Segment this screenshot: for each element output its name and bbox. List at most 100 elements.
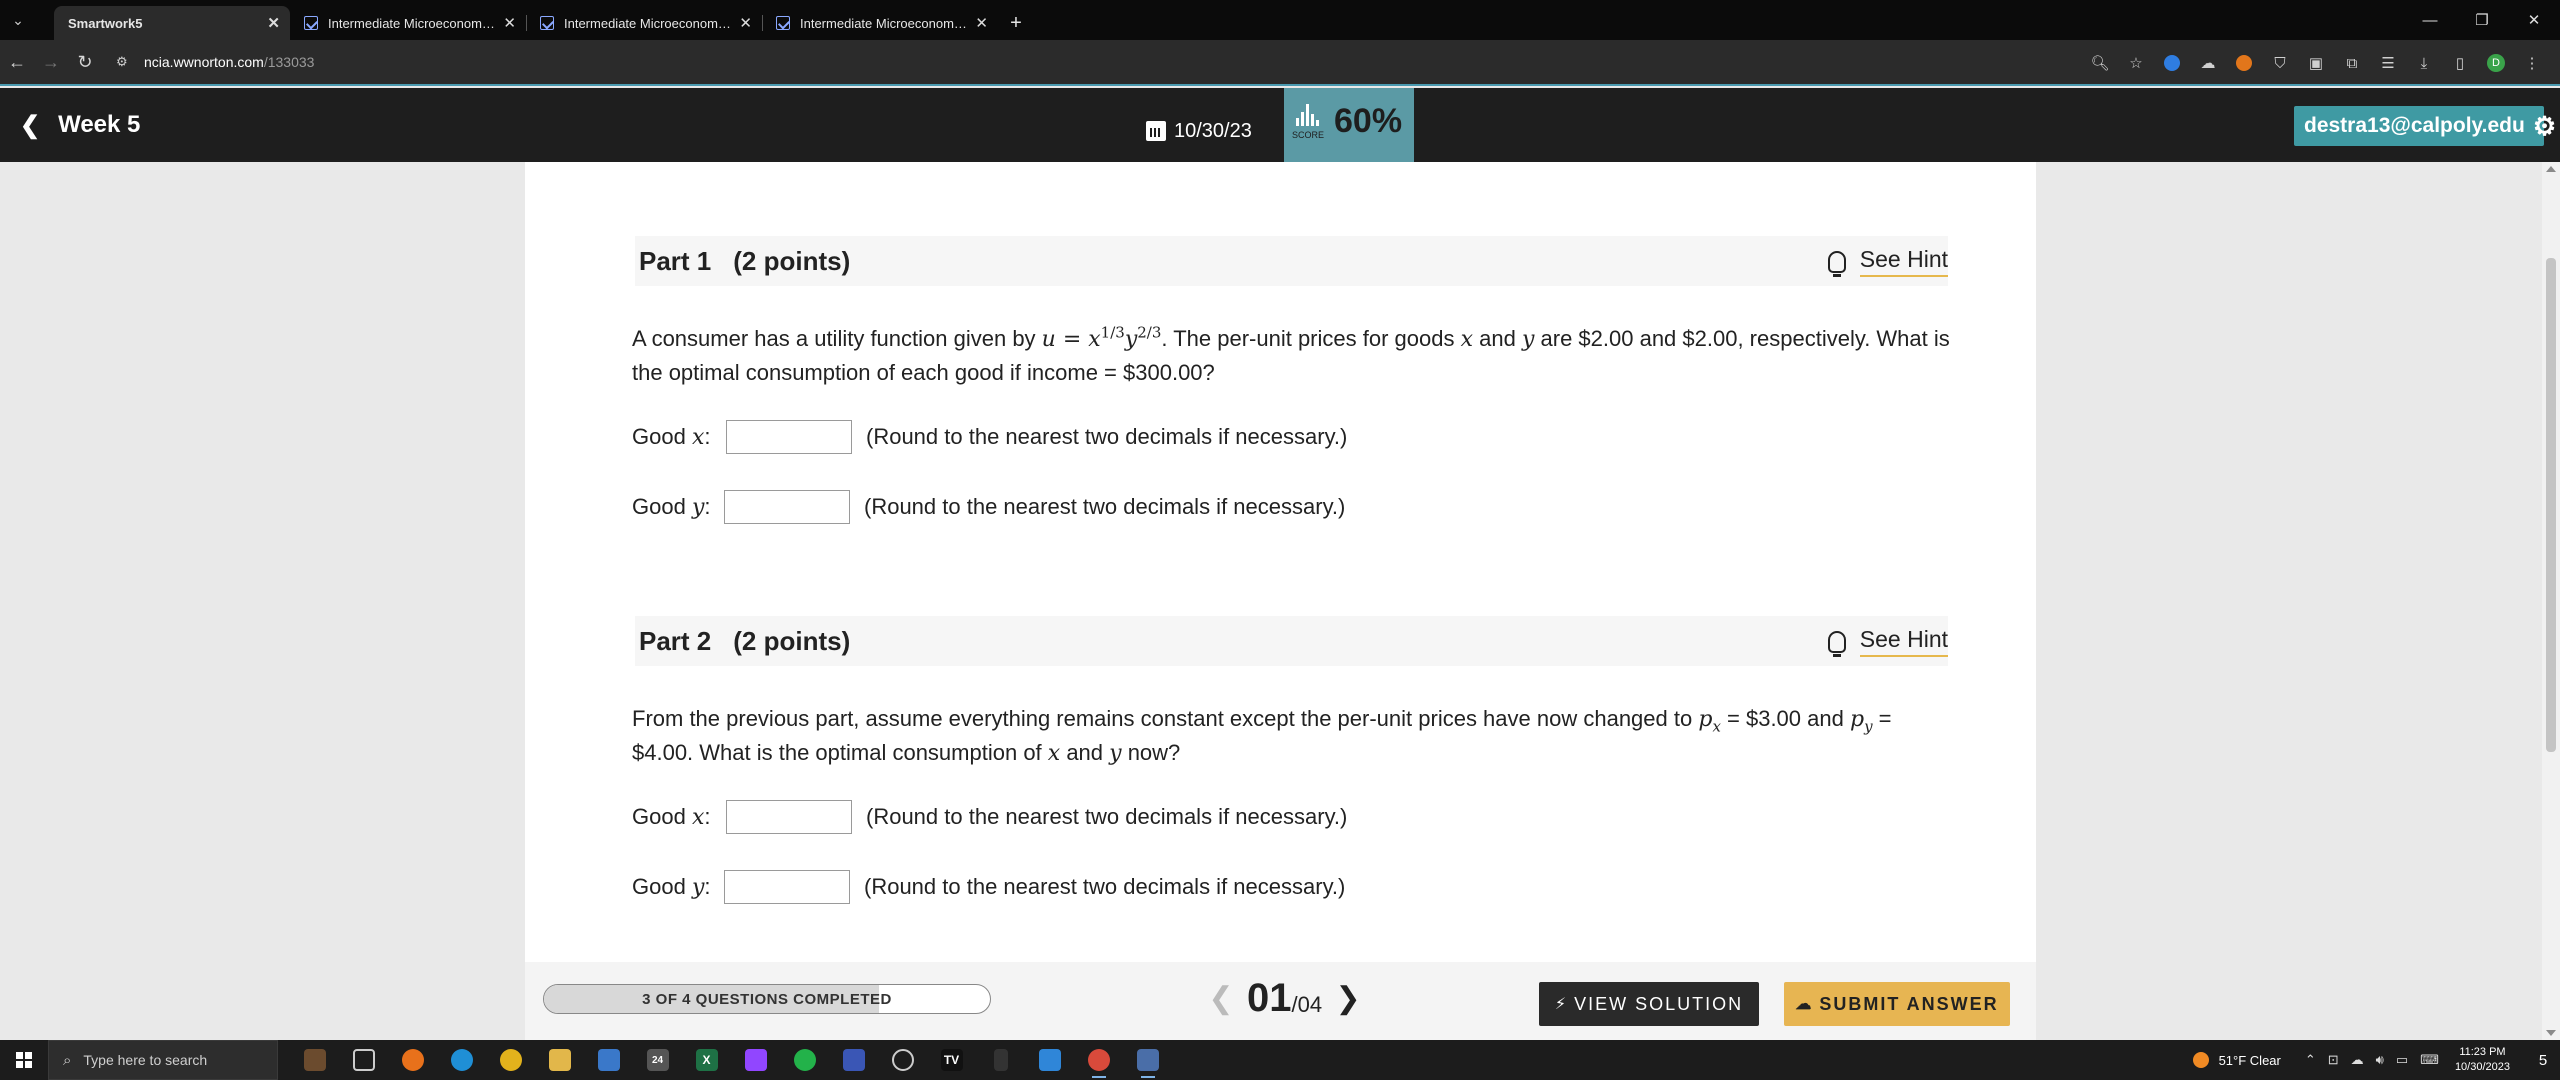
good-x-input[interactable] bbox=[726, 420, 852, 454]
task-view-icon[interactable] bbox=[339, 1040, 388, 1080]
robinhood-icon[interactable] bbox=[780, 1040, 829, 1080]
onedrive-icon[interactable]: ☁ bbox=[2351, 1052, 2364, 1068]
reload-icon[interactable]: ↻ bbox=[68, 52, 102, 73]
notification-icon[interactable]: 5 bbox=[2526, 1052, 2560, 1069]
extension-box-icon[interactable]: ▣ bbox=[2298, 54, 2334, 72]
good-word: Good bbox=[632, 424, 692, 449]
twitch-icon[interactable] bbox=[731, 1040, 780, 1080]
good-x-input[interactable] bbox=[726, 800, 852, 834]
extension-blue-icon[interactable] bbox=[2154, 55, 2190, 71]
gear-icon[interactable]: ⚙ bbox=[2533, 111, 2556, 142]
scrollbar-thumb[interactable] bbox=[2546, 258, 2556, 752]
new-tab-plus-icon[interactable]: + bbox=[998, 6, 1034, 40]
part-points: (2 points) bbox=[733, 245, 851, 276]
good-y-input[interactable] bbox=[724, 490, 850, 524]
scroll-up-arrow-icon[interactable] bbox=[2546, 166, 2556, 172]
part-2-question: From the previous part, assume everythin… bbox=[632, 702, 1952, 770]
browser-tab-smartwork5[interactable]: Smartwork5 ✕ bbox=[54, 6, 290, 40]
search-highlight-icon[interactable] bbox=[290, 1040, 339, 1080]
rounding-note: (Round to the nearest two decimals if ne… bbox=[864, 874, 1346, 899]
score-box[interactable]: SCORE 60% bbox=[1284, 88, 1414, 162]
tradingview-icon[interactable]: TV bbox=[927, 1040, 976, 1080]
weather-widget[interactable]: 51°F Clear bbox=[2192, 1052, 2281, 1068]
scroll-down-arrow-icon[interactable] bbox=[2546, 1030, 2556, 1036]
page-scrollbar[interactable] bbox=[2542, 162, 2560, 1040]
question-pager: ❮ 01 /04 ❯ bbox=[1205, 976, 1364, 1021]
calendar-app-icon[interactable]: 24 bbox=[633, 1040, 682, 1080]
microsoft-store-icon[interactable] bbox=[584, 1040, 633, 1080]
cloud-upload-icon: ☁ bbox=[1795, 996, 1812, 1013]
phone-app-icon[interactable] bbox=[976, 1040, 1025, 1080]
firefox-icon[interactable] bbox=[388, 1040, 437, 1080]
network-icon[interactable]: ⊡ bbox=[2328, 1052, 2339, 1068]
question-text: . The per-unit prices for goods bbox=[1161, 326, 1461, 351]
shield-icon[interactable]: ⛉ bbox=[2262, 55, 2298, 72]
close-tab-icon[interactable]: ✕ bbox=[975, 14, 988, 32]
var-y: y bbox=[1521, 327, 1535, 352]
close-tab-icon[interactable]: ✕ bbox=[267, 14, 280, 32]
rounding-note: (Round to the nearest two decimals if ne… bbox=[866, 424, 1348, 449]
lightbulb-icon bbox=[1827, 250, 1846, 277]
question-text: and bbox=[1060, 740, 1110, 765]
answer-row-good-y: Good y: (Round to the nearest two decima… bbox=[632, 490, 1345, 524]
calculator-icon[interactable] bbox=[1123, 1040, 1172, 1080]
next-question-chevron-icon[interactable]: ❯ bbox=[1332, 981, 1364, 1016]
chevron-left-icon: ❮ bbox=[20, 111, 41, 139]
app-blue-icon[interactable] bbox=[829, 1040, 878, 1080]
answer-row-good-x: Good x: (Round to the nearest two decima… bbox=[632, 800, 1347, 834]
restore-icon[interactable]: ❐ bbox=[2456, 0, 2508, 40]
close-tab-icon[interactable]: ✕ bbox=[739, 14, 752, 32]
app-tile-icon[interactable] bbox=[1025, 1040, 1074, 1080]
question-text: From the previous part, assume everythin… bbox=[632, 706, 1699, 731]
clock-app-icon[interactable] bbox=[878, 1040, 927, 1080]
see-hint-button[interactable]: See Hint bbox=[1827, 626, 1948, 657]
previous-question-chevron-icon[interactable]: ❮ bbox=[1205, 981, 1237, 1016]
chevron-up-icon[interactable]: ⌃ bbox=[2305, 1052, 2316, 1068]
browser-tab-microeconomics-3[interactable]: Intermediate Microeconomics ✕ bbox=[762, 6, 998, 40]
taskbar-search-box[interactable]: ⌕ Type here to search bbox=[48, 1040, 278, 1080]
excel-icon[interactable]: X bbox=[682, 1040, 731, 1080]
browser-menu-kebab-icon[interactable]: ⋮ bbox=[2514, 54, 2550, 72]
close-tab-icon[interactable]: ✕ bbox=[503, 14, 516, 32]
back-arrow-icon[interactable]: ← bbox=[0, 52, 34, 73]
windows-start-icon[interactable] bbox=[0, 1040, 48, 1080]
reading-list-icon[interactable]: ☰ bbox=[2370, 54, 2406, 72]
submit-answer-button[interactable]: ☁ SUBMIT ANSWER bbox=[1784, 982, 2010, 1026]
see-hint-button[interactable]: See Hint bbox=[1827, 246, 1948, 277]
zoom-icon[interactable]: 🔍︎ bbox=[2082, 54, 2118, 72]
answer-label: Good y: bbox=[632, 494, 724, 520]
minimize-icon[interactable]: — bbox=[2404, 0, 2456, 40]
forward-arrow-icon[interactable]: → bbox=[34, 52, 68, 73]
back-to-week-link[interactable]: ❮ Week 5 bbox=[20, 88, 140, 162]
profile-avatar[interactable]: D bbox=[2478, 54, 2514, 72]
language-icon[interactable]: ⌨ bbox=[2420, 1052, 2439, 1068]
price-y-symbol: py bbox=[1849, 707, 1873, 736]
user-account-button[interactable]: destra13@calpoly.edu ⚙ bbox=[2294, 106, 2556, 146]
metamask-fox-icon[interactable] bbox=[2226, 55, 2262, 71]
rounding-note: (Round to the nearest two decimals if ne… bbox=[864, 494, 1346, 519]
edge-icon[interactable] bbox=[437, 1040, 486, 1080]
label-colon: : bbox=[704, 874, 711, 899]
download-icon[interactable]: ⤓ bbox=[2406, 55, 2442, 72]
side-panel-icon[interactable]: ▯ bbox=[2442, 54, 2478, 72]
extension-cloud-icon[interactable]: ☁ bbox=[2190, 54, 2226, 72]
volume-icon[interactable]: 🔊︎ bbox=[2376, 1052, 2384, 1068]
puzzle-extensions-icon[interactable]: ⧉ bbox=[2334, 55, 2370, 72]
display-icon[interactable]: ▭ bbox=[2396, 1052, 2408, 1068]
view-solution-label: VIEW SOLUTION bbox=[1574, 993, 1744, 1014]
tab-search-menu-icon[interactable]: ⌄ bbox=[0, 0, 36, 40]
file-explorer-icon[interactable] bbox=[535, 1040, 584, 1080]
site-settings-icon[interactable]: ⚙ bbox=[116, 54, 144, 70]
browser-tab-microeconomics-2[interactable]: Intermediate Microeconomics ✕ bbox=[526, 6, 762, 40]
browser-tab-microeconomics-1[interactable]: Intermediate Microeconomics ✕ bbox=[290, 6, 526, 40]
good-y-input[interactable] bbox=[724, 870, 850, 904]
view-solution-button[interactable]: ⚡︎ VIEW SOLUTION bbox=[1539, 982, 1759, 1026]
bookmark-star-icon[interactable]: ☆ bbox=[2118, 54, 2154, 72]
taskbar-clock[interactable]: 11:23 PM 10/30/2023 bbox=[2455, 1045, 2510, 1075]
chrome-icon[interactable] bbox=[486, 1040, 535, 1080]
chrome-running-icon[interactable] bbox=[1074, 1040, 1123, 1080]
close-window-icon[interactable]: ✕ bbox=[2508, 0, 2560, 40]
norton-favicon-icon bbox=[540, 16, 554, 30]
address-bar[interactable]: ⚙ ncia.wwnorton.com/133033 bbox=[116, 46, 2106, 78]
label-colon: : bbox=[704, 494, 711, 519]
